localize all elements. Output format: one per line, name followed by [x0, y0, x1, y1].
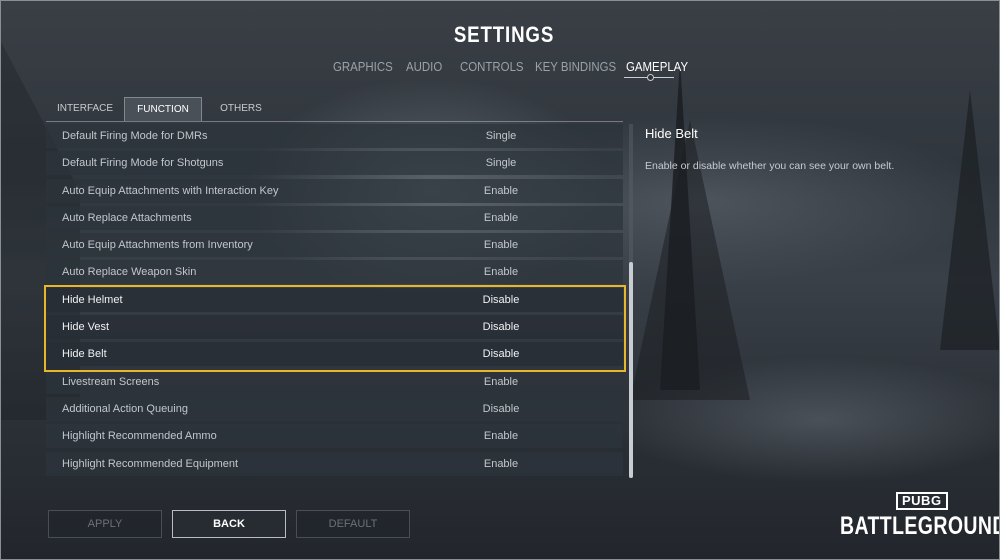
setting-value[interactable]: Enable [466, 260, 536, 284]
setting-value[interactable]: Disable [466, 342, 536, 366]
setting-value[interactable]: Single [466, 151, 536, 175]
page-title: SETTINGS [453, 22, 555, 47]
setting-value[interactable]: Enable [466, 179, 536, 203]
tab-controls[interactable]: CONTROLS [460, 59, 524, 74]
setting-label: Hide Vest [62, 321, 110, 334]
setting-value[interactable]: Enable [466, 206, 536, 230]
setting-row[interactable]: Auto Equip Attachments from Inventory Ena… [46, 233, 623, 258]
logo-battlegrounds: BATTLEGROUNDS [840, 512, 1000, 540]
description-title: Hide Belt [645, 126, 698, 141]
tab-gameplay[interactable]: GAMEPLAY [626, 59, 688, 74]
active-tab-indicator-icon [647, 74, 654, 81]
setting-label: Auto Equip Attachments with Interaction … [62, 184, 279, 197]
setting-value[interactable]: Enable [466, 370, 536, 394]
setting-label: Auto Equip Attachments from Inventory [62, 239, 253, 252]
setting-row[interactable]: Auto Replace Attachments Enable [46, 205, 623, 230]
setting-row-hide-vest[interactable]: Hide Vest Disable [46, 315, 623, 340]
setting-row[interactable]: Default Firing Mode for DMRs Single [46, 124, 623, 148]
subtab-function[interactable]: FUNCTION [124, 97, 202, 121]
setting-value[interactable]: Disable [466, 288, 536, 312]
setting-value[interactable]: Enable [466, 233, 536, 257]
setting-label: Hide Helmet [62, 293, 123, 306]
setting-row[interactable]: Highlight Recommended Equipment Enable [46, 451, 623, 476]
setting-row[interactable]: Livestream Screens Enable [46, 369, 623, 394]
setting-label: Default Firing Mode for DMRs [62, 130, 208, 142]
setting-value[interactable]: Enable [466, 424, 536, 448]
setting-value[interactable]: Disable [466, 397, 536, 421]
setting-label: Highlight Recommended Ammo [62, 430, 217, 443]
setting-label: Default Firing Mode for Shotguns [62, 157, 224, 170]
setting-label: Additional Action Queuing [62, 402, 188, 415]
setting-row[interactable]: Highlight Recommended Ammo Enable [46, 424, 623, 449]
setting-value[interactable]: Single [466, 124, 536, 148]
setting-value[interactable]: Enable [466, 452, 536, 476]
sub-tab-bar: INTERFACE FUNCTION OTHERS [46, 97, 623, 122]
setting-row[interactable]: Auto Replace Weapon Skin Enable [46, 260, 623, 285]
settings-list: Default Firing Mode for DMRs Single Defau… [46, 124, 623, 479]
setting-label: Auto Replace Weapon Skin [62, 266, 197, 279]
default-button[interactable]: DEFAULT [296, 510, 410, 538]
back-button[interactable]: BACK [172, 510, 286, 538]
setting-label: Livestream Screens [62, 375, 160, 388]
setting-row[interactable]: Additional Action Queuing Disable [46, 396, 623, 421]
apply-button[interactable]: APPLY [48, 510, 162, 538]
setting-label: Highlight Recommended Equipment [62, 457, 239, 470]
setting-value[interactable]: Disable [466, 315, 536, 339]
setting-label: Hide Belt [62, 348, 107, 361]
tab-key-bindings[interactable]: KEY BINDINGS [535, 59, 616, 74]
scrollbar-thumb[interactable] [629, 262, 633, 478]
setting-row-hide-belt[interactable]: Hide Belt Disable [46, 342, 623, 367]
logo-pubg: PUBG [896, 492, 948, 510]
tab-graphics[interactable]: GRAPHICS [333, 59, 393, 74]
setting-row[interactable]: Auto Equip Attachments with Interaction … [46, 178, 623, 203]
setting-row[interactable]: Default Firing Mode for Shotguns Single [46, 151, 623, 176]
setting-label: Auto Replace Attachments [62, 211, 192, 224]
setting-row-hide-helmet[interactable]: Hide Helmet Disable [46, 287, 623, 312]
description-text: Enable or disable whether you can see yo… [645, 160, 895, 172]
tab-audio[interactable]: AUDIO [406, 59, 442, 74]
subtab-others[interactable]: OTHERS [202, 97, 280, 121]
subtab-interface[interactable]: INTERFACE [46, 97, 124, 121]
game-logo: PUBG BATTLEGROUNDS [840, 490, 1000, 546]
